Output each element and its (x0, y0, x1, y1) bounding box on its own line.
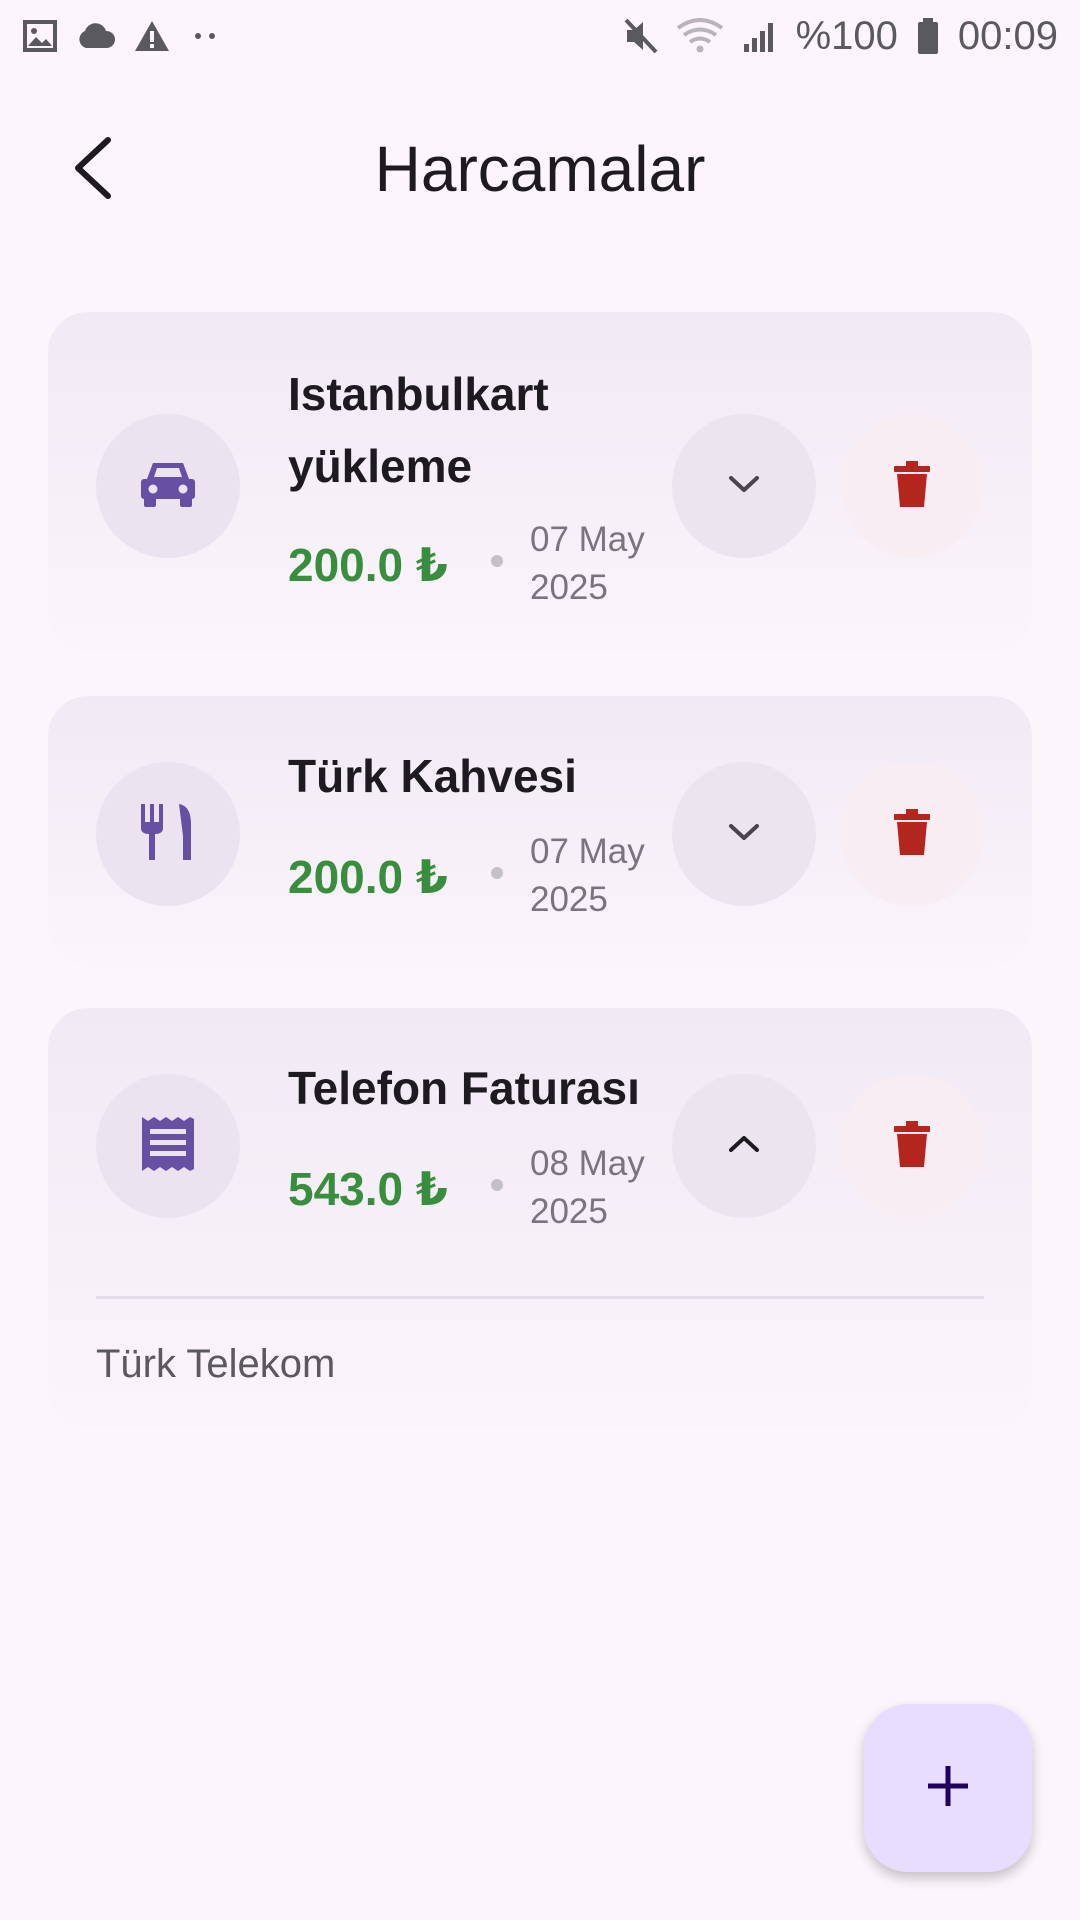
collapse-button[interactable] (672, 1074, 816, 1218)
expense-card[interactable]: Türk Kahvesi 200.0 ₺ 07 May 2025 (48, 696, 1032, 966)
plus-icon (926, 1764, 970, 1813)
trash-icon (894, 1120, 930, 1172)
mute-icon (624, 18, 658, 54)
category-icon-circle (96, 1074, 240, 1218)
warning-icon (134, 20, 170, 52)
expense-name: Istanbulkart yükleme (288, 368, 549, 492)
expense-card[interactable]: Telefon Faturası 543.0 ₺ 08 May 2025 Tür… (48, 1008, 1032, 1428)
divider (96, 1296, 984, 1299)
expense-date: 08 May 2025 (530, 1144, 645, 1231)
signal-icon (742, 18, 778, 54)
expense-date: 07 May 2025 (530, 832, 645, 919)
chevron-down-icon (727, 473, 761, 500)
battery-percent: %100 (795, 13, 898, 58)
trash-icon (894, 808, 930, 860)
expense-amount: 543.0 ₺ (288, 1163, 448, 1215)
restaurant-icon (139, 802, 197, 867)
battery-icon (916, 17, 940, 55)
top-app-bar: Harcamalar (0, 110, 1080, 230)
trash-icon (894, 460, 930, 512)
expense-note: Türk Telekom (96, 1342, 336, 1386)
chevron-down-icon (727, 821, 761, 848)
expense-amount: 200.0 ₺ (288, 539, 448, 591)
expense-name: Türk Kahvesi (288, 750, 577, 802)
delete-button[interactable] (840, 414, 984, 558)
receipt-icon (140, 1115, 196, 1178)
expand-button[interactable] (672, 762, 816, 906)
expense-amount: 200.0 ₺ (288, 851, 448, 903)
page-title: Harcamalar (374, 133, 706, 205)
add-expense-button[interactable] (864, 1704, 1032, 1872)
status-time: 00:09 (957, 13, 1058, 58)
category-icon-circle (96, 414, 240, 558)
image-icon (22, 19, 58, 53)
cloud-icon (76, 23, 116, 49)
expand-button[interactable] (672, 414, 816, 558)
expense-date: 07 May 2025 (530, 520, 645, 607)
status-bar: %100 00:09 (0, 0, 1080, 72)
delete-button[interactable] (840, 762, 984, 906)
delete-button[interactable] (840, 1074, 984, 1218)
more-dots-icon (188, 31, 224, 41)
separator-dot (491, 1179, 503, 1191)
wifi-icon (676, 18, 724, 54)
separator-dot (491, 555, 503, 567)
car-icon (139, 459, 197, 514)
expense-name: Telefon Faturası (288, 1062, 640, 1114)
expense-card[interactable]: Istanbulkart yükleme 200.0 ₺ 07 May 2025 (48, 312, 1032, 652)
category-icon-circle (96, 762, 240, 906)
chevron-up-icon (727, 1133, 761, 1160)
separator-dot (491, 867, 503, 879)
